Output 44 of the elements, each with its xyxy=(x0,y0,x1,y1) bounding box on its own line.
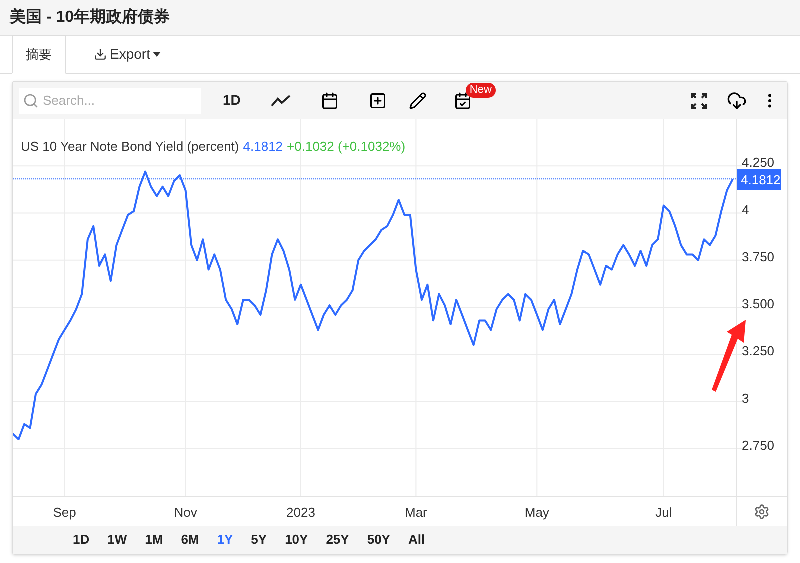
x-axis-label: 2023 xyxy=(286,504,316,522)
new-badge: New xyxy=(466,82,496,98)
x-axis-label: Mar xyxy=(405,504,428,522)
search-icon xyxy=(23,92,39,108)
legend-value: 4.1812 xyxy=(243,138,284,156)
y-axis-label: 4.250 xyxy=(742,155,775,170)
y-axis-label: 2.750 xyxy=(742,438,775,453)
y-axis-label: 4 xyxy=(742,202,750,218)
download-icon xyxy=(94,48,107,60)
range-button[interactable]: 1M xyxy=(145,530,164,550)
x-axis-label: Nov xyxy=(174,504,198,522)
y-axis-label: 3.500 xyxy=(742,296,775,312)
calendar-icon[interactable] xyxy=(320,92,339,110)
x-axis-label: Sep xyxy=(53,504,76,522)
settings-icon[interactable] xyxy=(754,504,770,520)
search-field[interactable]: Search... xyxy=(19,88,201,114)
cloud-download-icon[interactable] xyxy=(727,90,747,110)
range-button[interactable]: 1Y xyxy=(217,530,234,550)
x-axis-label: May xyxy=(524,504,550,522)
range-button[interactable]: 50Y xyxy=(367,530,390,550)
legend-label: US 10 Year Note Bond Yield (percent) xyxy=(21,138,240,156)
range-button[interactable]: All xyxy=(408,530,426,550)
tab[interactable]: 摘要 xyxy=(12,35,66,74)
add-icon[interactable] xyxy=(368,92,387,110)
pencil-icon[interactable] xyxy=(408,92,427,110)
range-button[interactable]: 6M xyxy=(181,530,200,550)
range-button[interactable]: 10Y xyxy=(285,530,308,550)
calendar-check-icon[interactable] xyxy=(454,92,472,110)
range-button[interactable]: 5Y xyxy=(251,530,268,550)
fullscreen-icon[interactable] xyxy=(691,92,707,108)
range-button[interactable]: 25Y xyxy=(326,530,350,550)
range-button[interactable]: 1D xyxy=(73,530,90,550)
interval-button[interactable]: 1D xyxy=(223,90,241,111)
y-axis-label: 3.250 xyxy=(742,344,775,359)
y-axis-label: 3 xyxy=(742,390,750,406)
legend-change: +0.1032 (+0.1032%) xyxy=(287,138,406,156)
last-value-badge: 4.1812 xyxy=(737,169,781,190)
line-chart-icon[interactable] xyxy=(270,94,291,108)
y-axis-label: 3.750 xyxy=(742,249,775,264)
export-button[interactable]: Export xyxy=(94,35,162,73)
caret-icon xyxy=(153,52,162,56)
page-title: 美国 - 10年期政府债券 xyxy=(10,7,170,28)
x-axis-label: Jul xyxy=(656,504,672,522)
range-button[interactable]: 1W xyxy=(108,530,128,550)
